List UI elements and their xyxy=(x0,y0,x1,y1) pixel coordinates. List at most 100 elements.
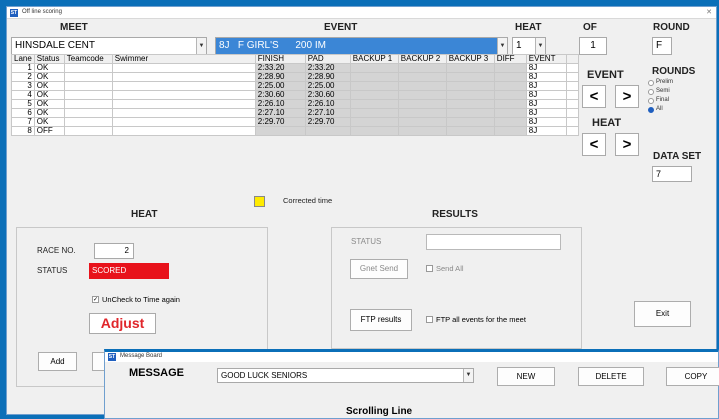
chevron-down-icon[interactable]: ▼ xyxy=(463,369,473,382)
cell-backup3[interactable] xyxy=(445,126,495,136)
cell-teamcode[interactable] xyxy=(63,72,113,82)
cell-backup1[interactable] xyxy=(349,126,399,136)
cell-backup3[interactable] xyxy=(445,63,495,73)
gnet-send-button[interactable]: Gnet Send xyxy=(350,259,408,279)
prev-heat-button[interactable]: < xyxy=(582,133,606,156)
cell-swimmer[interactable] xyxy=(111,99,256,109)
cell-backup2[interactable] xyxy=(397,90,447,100)
cell-backup3[interactable] xyxy=(445,117,495,127)
delete-message-button[interactable]: DELETE xyxy=(578,367,644,386)
cell-backup1[interactable] xyxy=(349,81,399,91)
cell-teamcode[interactable] xyxy=(63,126,113,136)
cell-backup2[interactable] xyxy=(397,72,447,82)
cell-teamcode[interactable] xyxy=(63,63,113,73)
table-row[interactable]: 2 OK 2:28.90 2:28.90 8J xyxy=(11,72,579,82)
ftp-results-button[interactable]: FTP results xyxy=(350,309,412,331)
cell-backup1[interactable] xyxy=(349,117,399,127)
message-select[interactable]: GOOD LUCK SENIORS ▼ xyxy=(217,368,474,383)
uncheck-time-checkbox[interactable]: ✓ UnCheck to Time again xyxy=(92,295,180,304)
cell-swimmer[interactable] xyxy=(111,108,256,118)
next-event-button[interactable]: > xyxy=(615,85,639,108)
cell-swimmer[interactable] xyxy=(111,126,256,136)
cell-event[interactable]: 8J xyxy=(525,126,567,136)
heat-select[interactable]: 1 ▼ xyxy=(512,37,546,55)
cell-pad[interactable]: 2:29.70 xyxy=(304,117,351,127)
table-row[interactable]: 4 OK 2:30.60 2:30.60 8J xyxy=(11,90,579,100)
copy-message-button[interactable]: COPY xyxy=(666,367,719,386)
table-row[interactable]: 8 OFF 8J xyxy=(11,126,579,136)
cell-backup2[interactable] xyxy=(397,117,447,127)
cell-swimmer[interactable] xyxy=(111,81,256,91)
adjust-button[interactable]: Adjust xyxy=(89,313,156,334)
results-status-label: STATUS xyxy=(351,237,382,246)
cell-backup2[interactable] xyxy=(397,108,447,118)
radio-semi[interactable]: Semi xyxy=(648,87,673,96)
close-icon[interactable]: ✕ xyxy=(706,8,712,16)
cell-backup3[interactable] xyxy=(445,72,495,82)
cell-teamcode[interactable] xyxy=(63,99,113,109)
radio-label: Final xyxy=(656,97,670,103)
cell-finish[interactable] xyxy=(254,126,306,136)
radio-dot-icon xyxy=(648,79,654,86)
table-row[interactable]: 6 OK 2:27.10 2:27.10 8J xyxy=(11,108,579,118)
radio-final[interactable]: Final xyxy=(648,96,673,105)
cell-backup1[interactable] xyxy=(349,99,399,109)
data-set-value: 7 xyxy=(656,169,662,179)
cell-backup2[interactable] xyxy=(397,126,447,136)
cell-backup3[interactable] xyxy=(445,90,495,100)
cell-teamcode[interactable] xyxy=(63,81,113,91)
table-row[interactable]: 7 OK 2:29.70 2:29.70 8J xyxy=(11,117,579,127)
chevron-down-icon[interactable]: ▼ xyxy=(535,38,545,54)
heat-nav-label: HEAT xyxy=(592,117,622,129)
cell-pad[interactable] xyxy=(304,126,351,136)
new-message-button[interactable]: NEW xyxy=(497,367,555,386)
event-value: 8J F GIRL'S 200 IM xyxy=(219,40,326,51)
round-field[interactable]: F xyxy=(652,37,672,55)
next-heat-button[interactable]: > xyxy=(615,133,639,156)
cell-teamcode[interactable] xyxy=(63,90,113,100)
cell-backup1[interactable] xyxy=(349,90,399,100)
prev-event-button[interactable]: < xyxy=(582,85,606,108)
cell-status[interactable]: OFF xyxy=(33,126,65,136)
cell-swimmer[interactable] xyxy=(111,72,256,82)
send-all-checkbox[interactable]: Send All xyxy=(426,264,464,273)
cell-backup3[interactable] xyxy=(445,108,495,118)
cell-backup3[interactable] xyxy=(445,81,495,91)
col-extra xyxy=(565,54,579,64)
cell-finish[interactable]: 2:29.70 xyxy=(254,117,306,127)
exit-button[interactable]: Exit xyxy=(634,301,691,327)
rounds-radio-group: Prelim Semi Final All xyxy=(648,78,673,114)
chevron-down-icon[interactable]: ▼ xyxy=(497,38,507,54)
cell-teamcode[interactable] xyxy=(63,108,113,118)
cell-backup3[interactable] xyxy=(445,99,495,109)
results-status-field[interactable] xyxy=(426,234,561,250)
cell-teamcode[interactable] xyxy=(63,117,113,127)
cell-backup2[interactable] xyxy=(397,81,447,91)
race-no-field[interactable]: 2 xyxy=(94,243,134,259)
event-select[interactable]: 8J F GIRL'S 200 IM ▼ xyxy=(215,37,508,55)
cell-swimmer[interactable] xyxy=(111,63,256,73)
uncheck-time-label: UnCheck to Time again xyxy=(102,295,180,304)
cell-swimmer[interactable] xyxy=(111,117,256,127)
table-row[interactable]: 5 OK 2:26.10 2:26.10 8J xyxy=(11,99,579,109)
ftp-all-checkbox[interactable]: FTP all events for the meet xyxy=(426,315,526,324)
chevron-down-icon[interactable]: ▼ xyxy=(196,38,206,54)
cell-backup1[interactable] xyxy=(349,108,399,118)
data-set-field[interactable]: 7 xyxy=(652,166,692,182)
cell-backup2[interactable] xyxy=(397,99,447,109)
cell-swimmer[interactable] xyxy=(111,90,256,100)
scrolling-line-label: Scrolling Line xyxy=(346,406,413,417)
table-row[interactable]: 1 OK 2:33.20 2:33.20 8J xyxy=(11,63,579,73)
table-row[interactable]: 3 OK 2:25.00 2:25.00 8J xyxy=(11,81,579,91)
meet-select[interactable]: HINSDALE CENT ▼ xyxy=(11,37,207,55)
cell-extra xyxy=(565,90,579,100)
cell-backup2[interactable] xyxy=(397,63,447,73)
radio-all[interactable]: All xyxy=(648,105,673,114)
cell-backup1[interactable] xyxy=(349,63,399,73)
radio-prelim[interactable]: Prelim xyxy=(648,78,673,87)
cell-backup1[interactable] xyxy=(349,72,399,82)
meet-value: HINSDALE CENT xyxy=(15,40,96,51)
window-titlebar: ST Off line scoring ✕ xyxy=(7,7,716,19)
cell-extra xyxy=(565,108,579,118)
add-button[interactable]: Add xyxy=(38,352,77,371)
